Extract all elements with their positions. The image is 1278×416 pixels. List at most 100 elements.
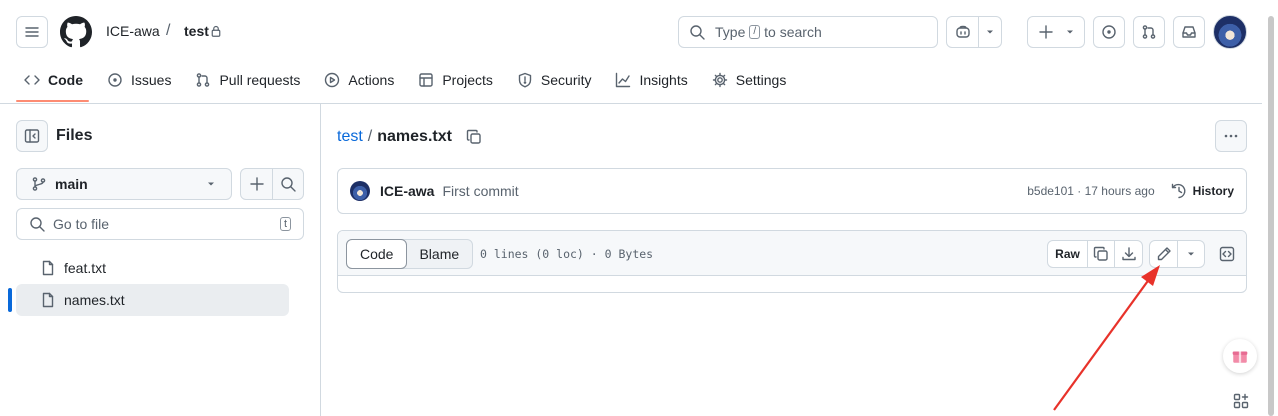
tree-file-item[interactable]: feat.txt [16, 252, 289, 284]
repo-link[interactable]: test [184, 23, 209, 39]
sidebar-divider [320, 104, 321, 416]
download-icon [1121, 247, 1136, 261]
latest-commit-box: ICE-awa First commit b5de101 · 17 hours … [337, 168, 1247, 214]
create-new-button[interactable] [1027, 16, 1085, 48]
raw-button[interactable]: Raw [1048, 241, 1088, 267]
search-icon [281, 177, 296, 192]
table-icon [419, 73, 434, 87]
view-toggle: Code Blame [346, 239, 474, 269]
copilot-icon [955, 25, 970, 38]
chevron-down-icon [1188, 252, 1194, 256]
inbox-icon [1182, 26, 1196, 38]
edit-file-button[interactable] [1150, 241, 1178, 267]
search-input[interactable]: Type / to search [678, 16, 938, 48]
widgets-button[interactable] [1228, 388, 1254, 414]
pull-requests-button[interactable] [1133, 16, 1165, 48]
menu-button[interactable] [16, 16, 48, 48]
branch-name: main [55, 176, 88, 192]
raw-label: Raw [1055, 247, 1080, 261]
selected-indicator [8, 288, 12, 312]
gift-button[interactable] [1223, 339, 1257, 373]
search-icon [30, 217, 45, 232]
graph-icon [616, 72, 631, 88]
tab-label: Settings [735, 72, 787, 88]
commit-message[interactable]: First commit [442, 183, 518, 199]
tab-label: Code [48, 72, 83, 88]
github-logo[interactable] [60, 16, 92, 48]
scrollbar[interactable] [1268, 16, 1274, 416]
history-icon [1171, 183, 1186, 199]
search-shortcut: / [749, 25, 761, 39]
plus-icon [249, 177, 264, 191]
files-heading: Files [56, 127, 93, 144]
blame-view-button[interactable]: Blame [406, 240, 472, 268]
tab-pull-requests[interactable]: Pull requests [187, 64, 308, 96]
breadcrumb-file-name: names.txt [377, 128, 452, 145]
pull-request-icon [1142, 25, 1156, 39]
breadcrumb-repo-link[interactable]: test [337, 128, 363, 146]
tab-insights[interactable]: Insights [607, 64, 695, 96]
symbols-panel-button[interactable] [1214, 240, 1240, 268]
tab-security[interactable]: Security [509, 64, 600, 96]
breadcrumb: test / names.txt [337, 127, 484, 147]
collapse-file-tree-button[interactable] [16, 120, 48, 152]
commit-hash-time[interactable]: b5de101 · 17 hours ago [1027, 184, 1154, 198]
copy-path-button[interactable] [464, 127, 484, 147]
file-viewer: Code Blame 0 lines (0 loc) · 0 Bytes Raw [337, 230, 1247, 293]
issues-button[interactable] [1093, 16, 1125, 48]
tab-code[interactable]: Code [16, 64, 91, 96]
tab-issues[interactable]: Issues [99, 64, 179, 96]
gift-icon [1232, 351, 1248, 363]
search-prefix: Type [715, 24, 746, 40]
tab-label: Issues [131, 72, 172, 88]
inbox-button[interactable] [1173, 16, 1205, 48]
code-view-button[interactable]: Code [346, 239, 408, 269]
tab-actions[interactable]: Actions [316, 64, 402, 96]
tab-projects[interactable]: Projects [410, 64, 501, 96]
user-avatar[interactable] [1213, 15, 1247, 49]
download-raw-button[interactable] [1115, 241, 1142, 267]
go-to-file-placeholder: Go to file [53, 216, 110, 232]
path-separator: / [166, 22, 171, 39]
kebab-horizontal-icon [1224, 134, 1238, 138]
pencil-icon [1157, 247, 1171, 261]
tab-label: Pull requests [219, 72, 301, 88]
edit-group [1149, 240, 1205, 268]
lock-icon [211, 25, 221, 37]
go-to-file-input[interactable]: Go to file t [16, 208, 304, 240]
commit-author[interactable]: ICE-awa [380, 183, 434, 199]
file-stats: 0 lines (0 loc) · 0 Bytes [480, 247, 654, 261]
issue-icon [1102, 25, 1116, 39]
tab-label: Projects [442, 72, 493, 88]
copilot-button[interactable] [946, 16, 1002, 48]
breadcrumb-separator: / [367, 128, 373, 145]
play-icon [325, 72, 340, 88]
owner-link[interactable]: ICE-awa [106, 23, 160, 39]
more-options-button[interactable] [1215, 120, 1247, 152]
file-icon [42, 292, 54, 308]
search-suffix: to search [764, 24, 822, 40]
tab-settings[interactable]: Settings [704, 64, 795, 96]
chevron-down-icon [1067, 30, 1073, 34]
symbols-group [1214, 240, 1240, 268]
apps-add-icon [1233, 393, 1249, 409]
search-files-button[interactable] [273, 169, 303, 199]
blame-view-label: Blame [419, 246, 460, 262]
active-tab-indicator [16, 100, 89, 102]
edit-options-button[interactable] [1178, 241, 1204, 267]
add-file-button[interactable] [240, 168, 304, 200]
file-name: names.txt [64, 292, 125, 308]
tree-file-item-selected[interactable]: names.txt [16, 284, 289, 316]
history-label: History [1192, 184, 1234, 198]
commit-author-avatar[interactable] [350, 181, 370, 201]
branch-selector[interactable]: main [16, 168, 232, 200]
plus-icon [1039, 25, 1053, 39]
copy-raw-button[interactable] [1088, 241, 1115, 267]
branch-icon [32, 177, 46, 191]
history-button[interactable]: History [1171, 183, 1234, 199]
raw-copy-download-group: Raw [1047, 240, 1143, 268]
pull-request-icon [197, 73, 210, 87]
chevron-down-icon [208, 182, 214, 186]
search-icon [690, 25, 705, 40]
file-icon [42, 260, 54, 276]
